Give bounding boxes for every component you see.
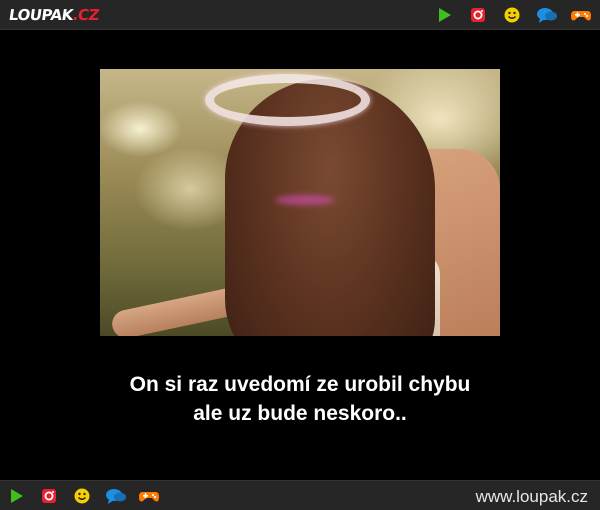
photo-flower-crown [205, 74, 370, 126]
play-icon[interactable] [6, 486, 26, 506]
post-photo [100, 69, 500, 336]
gamepad-icon[interactable] [138, 486, 159, 506]
logo-suffix-text: .CZ [71, 6, 101, 24]
smiley-icon[interactable] [72, 486, 92, 506]
top-icon-bar [434, 5, 591, 25]
site-url-link[interactable]: www.loupak.cz [476, 487, 588, 507]
top-bar: LOUPAK.CZ [0, 0, 600, 30]
post-caption: On si raz uvedomí ze urobil chybu ale uz… [0, 370, 600, 428]
chat-icon[interactable] [105, 486, 126, 506]
chat-icon[interactable] [536, 5, 557, 25]
bottom-bar: www.loupak.cz [0, 480, 600, 510]
loupak-logo[interactable]: LOUPAK.CZ [8, 5, 101, 25]
smiley-icon[interactable] [502, 5, 522, 25]
instagram-icon[interactable] [39, 486, 59, 506]
photo-light-flare [275, 195, 335, 205]
instagram-icon[interactable] [468, 5, 488, 25]
caption-line-1: On si raz uvedomí ze urobil chybu [129, 373, 471, 396]
play-icon[interactable] [434, 5, 454, 25]
bottom-icon-bar [6, 486, 159, 506]
gamepad-icon[interactable] [570, 5, 591, 25]
logo-main-text: LOUPAK [7, 6, 75, 24]
caption-line-2: ale uz bude neskoro.. [193, 402, 407, 425]
